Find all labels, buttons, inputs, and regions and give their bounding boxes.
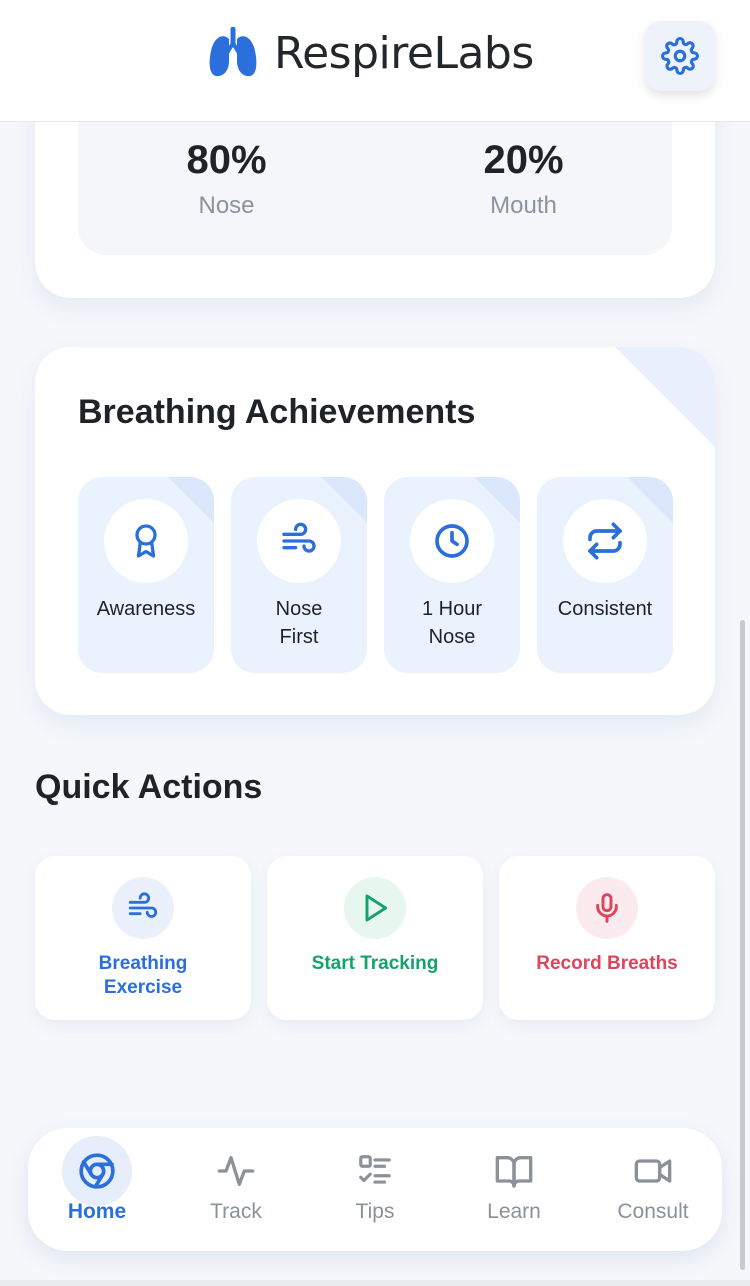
quick-action-label: Start Tracking xyxy=(311,953,439,974)
nav-label: Consult xyxy=(617,1200,689,1223)
clock-icon xyxy=(435,524,469,558)
open-book-icon xyxy=(495,1156,533,1188)
video-camera-icon xyxy=(634,1159,672,1183)
repeat-icon xyxy=(588,522,622,560)
nav-label: Home xyxy=(67,1200,127,1223)
nav-consult[interactable]: Consult xyxy=(584,1128,722,1251)
badge-nose-first[interactable]: Nose First xyxy=(231,477,367,673)
achievements-title: Breathing Achievements xyxy=(78,393,476,431)
record-breaths-button[interactable]: Record Breaths xyxy=(499,856,715,1020)
checklist-icon xyxy=(359,1155,391,1184)
mouth-percentage: 20% xyxy=(483,138,564,182)
badge-one-hour-nose[interactable]: 1 Hour Nose xyxy=(384,477,520,673)
wind-icon xyxy=(128,892,158,918)
nav-tips[interactable]: Tips xyxy=(306,1128,444,1251)
nose-label: Nose xyxy=(198,192,255,219)
settings-button[interactable] xyxy=(645,21,715,91)
breathing-exercise-button[interactable]: Breathing Exercise xyxy=(35,856,251,1020)
bottom-navigation: Home Track Tips Learn Consult xyxy=(28,1128,722,1251)
wind-icon xyxy=(282,522,316,553)
lungs-icon xyxy=(209,27,257,77)
brand: RespireLabs xyxy=(206,26,534,80)
mouth-label: Mouth xyxy=(490,192,557,219)
nav-label: Learn xyxy=(487,1200,541,1223)
badge-label: Awareness xyxy=(96,598,196,620)
card-corner-decoration xyxy=(615,347,715,447)
badge-consistent[interactable]: Consistent xyxy=(537,477,673,673)
achievements-card: Breathing Achievements Awareness Nose Fi… xyxy=(35,347,715,715)
nose-percentage: 80% xyxy=(186,138,267,182)
award-ribbon-icon xyxy=(135,524,157,558)
scrollbar[interactable] xyxy=(740,620,745,1270)
quick-actions-title: Quick Actions xyxy=(35,768,263,806)
quick-action-label: Record Breaths xyxy=(536,953,678,974)
home-circle-icon xyxy=(79,1153,115,1189)
microphone-icon xyxy=(596,893,618,923)
quick-action-label: Breathing Exercise xyxy=(98,953,188,998)
badge-label: Consistent xyxy=(557,598,653,620)
badge-label: Nose First xyxy=(275,598,323,648)
nav-home[interactable]: Home xyxy=(28,1128,166,1251)
badge-awareness[interactable]: Awareness xyxy=(78,477,214,673)
play-icon xyxy=(365,894,388,922)
activity-pulse-icon xyxy=(217,1156,255,1186)
nav-label: Tips xyxy=(355,1200,395,1223)
gear-icon xyxy=(661,37,699,75)
badge-label: 1 Hour Nose xyxy=(421,598,483,648)
nav-label: Track xyxy=(210,1200,262,1223)
app-title: RespireLabs xyxy=(274,27,534,79)
start-tracking-button[interactable]: Start Tracking xyxy=(267,856,483,1020)
system-bar-edge xyxy=(0,1280,750,1286)
app-header: RespireLabs xyxy=(0,0,750,122)
nav-learn[interactable]: Learn xyxy=(445,1128,583,1251)
nav-track[interactable]: Track xyxy=(167,1128,305,1251)
